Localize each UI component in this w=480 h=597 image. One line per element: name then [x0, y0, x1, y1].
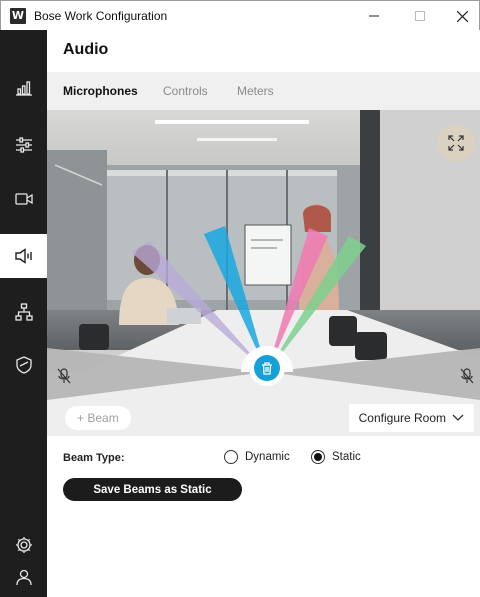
- radio-unselected-icon: [224, 450, 238, 464]
- shield-icon: [15, 356, 32, 374]
- radio-selected-icon: [311, 450, 325, 464]
- speaker-icon: [14, 248, 32, 264]
- sliders-icon: [15, 137, 32, 153]
- sidebar-item-account[interactable]: [0, 555, 47, 597]
- sidebar-item-meters[interactable]: [0, 66, 47, 110]
- gear-icon: [15, 537, 32, 553]
- trash-icon: [262, 361, 272, 375]
- close-icon: [456, 10, 468, 22]
- network-icon: [14, 303, 33, 321]
- sidebar-item-audio[interactable]: [0, 234, 47, 278]
- mute-right-button[interactable]: [460, 368, 474, 384]
- sidebar: [0, 30, 47, 597]
- whiteboard: [244, 224, 292, 286]
- mute-left-button[interactable]: [57, 368, 71, 384]
- camera-icon: [14, 193, 33, 205]
- radio-label: Static: [332, 451, 361, 463]
- ceiling-light: [197, 138, 277, 141]
- chevron-down-icon: [452, 414, 464, 421]
- user-icon: [15, 569, 32, 586]
- add-beam-button[interactable]: + Beam: [65, 406, 131, 430]
- sidebar-item-adjustments[interactable]: [0, 123, 47, 167]
- beam-type-static-radio[interactable]: Static: [311, 450, 361, 464]
- minimize-icon: [369, 15, 379, 17]
- minimize-button[interactable]: [351, 1, 397, 31]
- app-logo-icon: W: [10, 7, 26, 24]
- tab-controls[interactable]: Controls: [163, 84, 208, 98]
- fullscreen-button[interactable]: [437, 124, 475, 162]
- configure-room-dropdown[interactable]: Configure Room: [348, 404, 474, 432]
- beam-toolbar: + Beam Configure Room: [47, 400, 480, 436]
- tab-bar: Microphones Controls Meters: [47, 72, 480, 110]
- bar-chart-icon: [15, 81, 32, 96]
- expand-icon: [448, 135, 464, 151]
- sidebar-item-network[interactable]: [0, 290, 47, 334]
- radio-label: Dynamic: [245, 451, 290, 463]
- save-beams-static-button[interactable]: Save Beams as Static: [63, 478, 242, 501]
- beam-type-label: Beam Type:: [63, 452, 125, 464]
- ceiling-light: [155, 120, 309, 124]
- tab-microphones[interactable]: Microphones: [63, 84, 138, 98]
- page-title: Audio: [63, 41, 109, 58]
- maximize-icon: [415, 11, 425, 21]
- title-bar: W Bose Work Configuration: [0, 0, 480, 30]
- sidebar-item-security[interactable]: [0, 343, 47, 387]
- window-title: Bose Work Configuration: [34, 8, 168, 23]
- mic-muted-icon: [460, 368, 474, 384]
- sidebar-item-video[interactable]: [0, 177, 47, 221]
- tab-meters[interactable]: Meters: [237, 84, 274, 98]
- beam-type-dynamic-radio[interactable]: Dynamic: [224, 450, 290, 464]
- delete-beam-button[interactable]: [254, 355, 280, 381]
- close-button[interactable]: [443, 1, 480, 31]
- maximize-button[interactable]: [397, 1, 443, 31]
- configure-room-label: Configure Room: [358, 411, 446, 425]
- main-panel: Audio Microphones Controls Meters + Beam…: [47, 30, 480, 597]
- mic-muted-icon: [57, 368, 71, 384]
- room-camera-view[interactable]: [47, 110, 480, 400]
